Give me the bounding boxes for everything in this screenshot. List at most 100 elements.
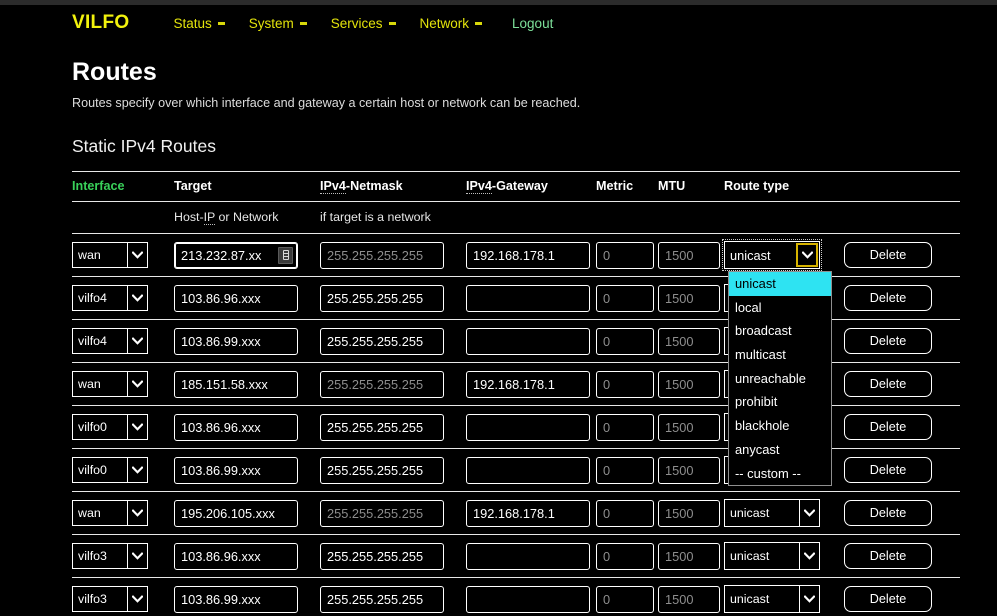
delete-route-button[interactable]: Delete (844, 543, 932, 569)
gateway-input[interactable] (466, 370, 590, 398)
target-input[interactable] (174, 585, 298, 613)
target-input[interactable] (174, 413, 298, 441)
delete-route-button[interactable]: Delete (844, 242, 932, 268)
gateway-input[interactable] (466, 284, 590, 312)
delete-route-button[interactable]: Delete (844, 586, 932, 612)
metric-input[interactable] (596, 542, 654, 570)
nav-item-logout[interactable]: Logout (512, 16, 553, 31)
dropdown-option[interactable]: anycast (729, 438, 831, 462)
interface-select-arrow[interactable] (127, 587, 147, 611)
nav-item-system[interactable]: System (249, 16, 307, 31)
delete-route-button[interactable]: Delete (844, 285, 932, 311)
netmask-input[interactable] (320, 327, 444, 355)
mtu-input[interactable] (658, 456, 720, 484)
metric-input[interactable] (596, 456, 654, 484)
metric-input[interactable] (596, 241, 654, 269)
netmask-input[interactable] (320, 241, 444, 269)
interface-select-arrow[interactable] (127, 544, 147, 568)
mtu-input[interactable] (658, 542, 720, 570)
target-input[interactable] (174, 327, 298, 355)
delete-route-button[interactable]: Delete (844, 500, 932, 526)
interface-select-arrow[interactable] (127, 372, 147, 396)
interface-select[interactable]: vilfo4 (72, 285, 148, 311)
mtu-input[interactable] (658, 413, 720, 441)
column-header-mtu[interactable]: MTU (658, 171, 724, 202)
column-header-interface[interactable]: Interface (72, 171, 174, 202)
brand-logo[interactable]: VILFO (72, 12, 129, 34)
target-input[interactable] (174, 542, 298, 570)
interface-select-arrow[interactable] (127, 458, 147, 482)
netmask-input[interactable] (320, 284, 444, 312)
nav-item-status[interactable]: Status (173, 16, 225, 31)
route-type-select[interactable]: unicast (724, 499, 820, 527)
dropdown-option[interactable]: prohibit (729, 390, 831, 414)
interface-select[interactable]: vilfo0 (72, 457, 148, 483)
route-type-select-arrow[interactable] (799, 586, 819, 612)
metric-input[interactable] (596, 284, 654, 312)
gateway-input[interactable] (466, 241, 590, 269)
dropdown-option[interactable]: local (729, 296, 831, 320)
contact-card-icon[interactable] (278, 246, 293, 264)
dropdown-option[interactable]: broadcast (729, 319, 831, 343)
delete-route-button[interactable]: Delete (844, 371, 932, 397)
target-input[interactable] (174, 370, 298, 398)
gateway-input[interactable] (466, 327, 590, 355)
target-input[interactable] (174, 499, 298, 527)
gateway-input[interactable] (466, 542, 590, 570)
column-header-target[interactable]: Target (174, 171, 320, 202)
interface-select[interactable]: wan (72, 500, 148, 526)
mtu-input[interactable] (658, 327, 720, 355)
column-header-ipv4-gateway[interactable]: IPv4-Gateway (466, 171, 596, 202)
interface-select-arrow[interactable] (127, 243, 147, 267)
gateway-input[interactable] (466, 456, 590, 484)
route-type-select[interactable]: unicast (722, 239, 822, 271)
mtu-input[interactable] (658, 499, 720, 527)
delete-route-button[interactable]: Delete (844, 414, 932, 440)
netmask-input[interactable] (320, 456, 444, 484)
dropdown-option[interactable]: blackhole (729, 414, 831, 438)
interface-select-arrow[interactable] (127, 501, 147, 525)
interface-select[interactable]: vilfo0 (72, 414, 148, 440)
route-type-select-arrow[interactable] (796, 243, 818, 267)
mtu-input[interactable] (658, 241, 720, 269)
dropdown-option[interactable]: unreachable (729, 367, 831, 391)
mtu-input[interactable] (658, 370, 720, 398)
interface-select[interactable]: vilfo3 (72, 543, 148, 569)
interface-select[interactable]: wan (72, 371, 148, 397)
dropdown-option[interactable]: multicast (729, 343, 831, 367)
interface-select-arrow[interactable] (127, 329, 147, 353)
netmask-input[interactable] (320, 413, 444, 441)
column-header-ipv4-netmask[interactable]: IPv4-Netmask (320, 171, 466, 202)
nav-item-services[interactable]: Services (331, 16, 396, 31)
interface-select[interactable]: wan (72, 242, 148, 268)
gateway-input[interactable] (466, 499, 590, 527)
route-type-select-arrow[interactable] (799, 543, 819, 569)
netmask-input[interactable] (320, 370, 444, 398)
gateway-input[interactable] (466, 585, 590, 613)
column-header-route-type[interactable]: Route type (724, 171, 844, 202)
netmask-input[interactable] (320, 585, 444, 613)
column-header-metric[interactable]: Metric (596, 171, 658, 202)
target-input[interactable] (174, 456, 298, 484)
interface-select-arrow[interactable] (127, 286, 147, 310)
dropdown-option[interactable]: -- custom -- (729, 462, 831, 486)
delete-route-button[interactable]: Delete (844, 457, 932, 483)
column-header-actions[interactable] (844, 171, 960, 202)
mtu-input[interactable] (658, 585, 720, 613)
interface-select-arrow[interactable] (127, 415, 147, 439)
metric-input[interactable] (596, 499, 654, 527)
dropdown-option[interactable]: unicast (729, 272, 831, 296)
route-type-select[interactable]: unicast (724, 585, 820, 613)
nav-item-network[interactable]: Network (420, 16, 483, 31)
metric-input[interactable] (596, 370, 654, 398)
metric-input[interactable] (596, 413, 654, 441)
gateway-input[interactable] (466, 413, 590, 441)
route-type-select[interactable]: unicast (724, 542, 820, 570)
netmask-input[interactable] (320, 542, 444, 570)
mtu-input[interactable] (658, 284, 720, 312)
netmask-input[interactable] (320, 499, 444, 527)
interface-select[interactable]: vilfo3 (72, 586, 148, 612)
interface-select[interactable]: vilfo4 (72, 328, 148, 354)
target-input[interactable] (174, 284, 298, 312)
route-type-select-arrow[interactable] (799, 500, 819, 526)
